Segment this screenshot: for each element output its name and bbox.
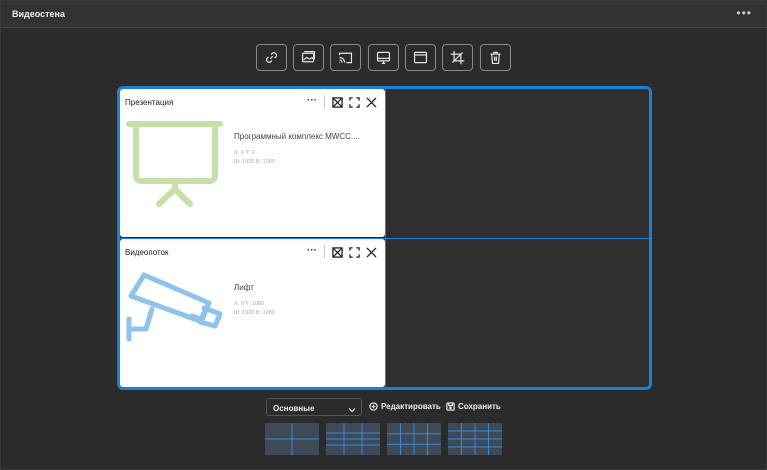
plus-circle-icon <box>369 402 378 411</box>
source-size: Ш: 1920 В: 1080 <box>234 310 275 316</box>
cctv-camera-icon <box>126 272 223 342</box>
fullscreen-icon[interactable] <box>349 95 360 108</box>
delete-button[interactable] <box>480 44 511 71</box>
source-position: X: 0 Y: 1080 <box>234 301 264 307</box>
more-horizontal-icon[interactable]: ··· <box>307 245 317 256</box>
source-card-presentation[interactable]: Презентация ··· Программный комплекс MWC… <box>120 89 385 237</box>
divider <box>324 95 325 108</box>
edit-label: Редактировать <box>381 402 441 411</box>
preset-layout-3x2[interactable] <box>326 423 380 455</box>
card-title: Видеопоток <box>125 248 169 257</box>
chevron-down-icon <box>347 402 357 413</box>
link-icon <box>266 52 277 63</box>
images-icon <box>301 50 316 63</box>
window-title: Видеостена <box>12 9 65 19</box>
close-icon[interactable] <box>366 95 377 108</box>
divider <box>324 245 325 258</box>
crop-button[interactable] <box>442 44 473 71</box>
presentation-icon <box>126 121 223 207</box>
edit-button[interactable]: Редактировать <box>369 402 441 411</box>
window-button[interactable] <box>405 44 436 71</box>
save-button[interactable]: Сохранить <box>446 402 501 411</box>
source-position: X: 0 Y: 0 <box>234 150 255 156</box>
window-icon <box>413 51 428 64</box>
source-name: Лифт <box>234 283 254 292</box>
preset-layout-4x3[interactable] <box>387 423 441 455</box>
more-horizontal-icon[interactable]: ••• <box>736 6 752 20</box>
videowall-window: Видеостена ••• Презентация ··· Программн… <box>0 0 767 470</box>
preset-layout-2x2[interactable] <box>265 423 319 455</box>
save-label: Сохранить <box>458 402 501 411</box>
images-button[interactable] <box>293 44 324 71</box>
source-name: Программный комплекс MWCC.... <box>234 132 360 141</box>
preset-layout-4x3-alt[interactable] <box>448 423 502 455</box>
layout-select[interactable]: Основные <box>266 398 362 416</box>
close-icon[interactable] <box>366 245 377 258</box>
fullscreen-icon[interactable] <box>349 245 360 258</box>
monitor-button[interactable] <box>368 44 399 71</box>
save-icon <box>446 402 455 411</box>
card-title: Презентация <box>125 98 174 107</box>
layout-select-value: Основные <box>273 404 315 413</box>
fit-icon[interactable] <box>332 95 343 108</box>
fit-icon[interactable] <box>332 245 343 258</box>
link-button[interactable] <box>256 44 287 71</box>
trash-icon <box>490 51 501 65</box>
crop-icon <box>450 50 465 65</box>
titlebar: Видеостена ••• <box>1 1 766 28</box>
monitor-icon <box>376 51 391 65</box>
more-horizontal-icon[interactable]: ··· <box>307 95 317 106</box>
video-wall-grid[interactable]: Презентация ··· Программный комплекс MWC… <box>117 86 652 390</box>
source-size: Ш: 1920 В: 1080 <box>234 159 275 165</box>
grid-divider-vertical <box>385 89 386 387</box>
cast-button[interactable] <box>330 44 361 71</box>
source-card-videostream[interactable]: Видеопоток ··· Лифт X: 0 Y: 1080 Ш: 1920… <box>120 239 385 387</box>
cast-icon <box>338 52 353 64</box>
